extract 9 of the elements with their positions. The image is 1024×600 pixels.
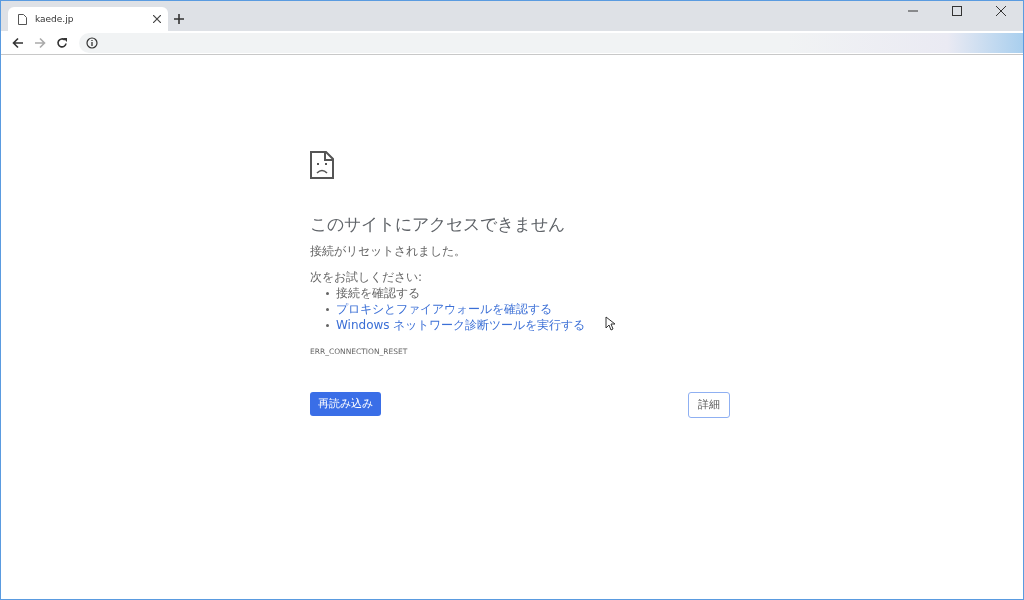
- suggestion-link[interactable]: Windows ネットワーク診断ツールを実行する: [336, 316, 586, 334]
- error-heading: このサイトにアクセスできません: [310, 213, 566, 236]
- browser-tab[interactable]: kaede.jp: [8, 7, 168, 31]
- suggestion-text: 接続を確認する: [336, 284, 420, 302]
- reload-button[interactable]: 再読み込み: [310, 392, 381, 416]
- suggestion-link[interactable]: プロキシとファイアウォールを確認する: [336, 300, 552, 318]
- details-button[interactable]: 詳細: [688, 392, 730, 418]
- suggestions-intro: 次をお試しください:: [310, 269, 424, 285]
- error-message: 接続がリセットされました。: [310, 243, 467, 259]
